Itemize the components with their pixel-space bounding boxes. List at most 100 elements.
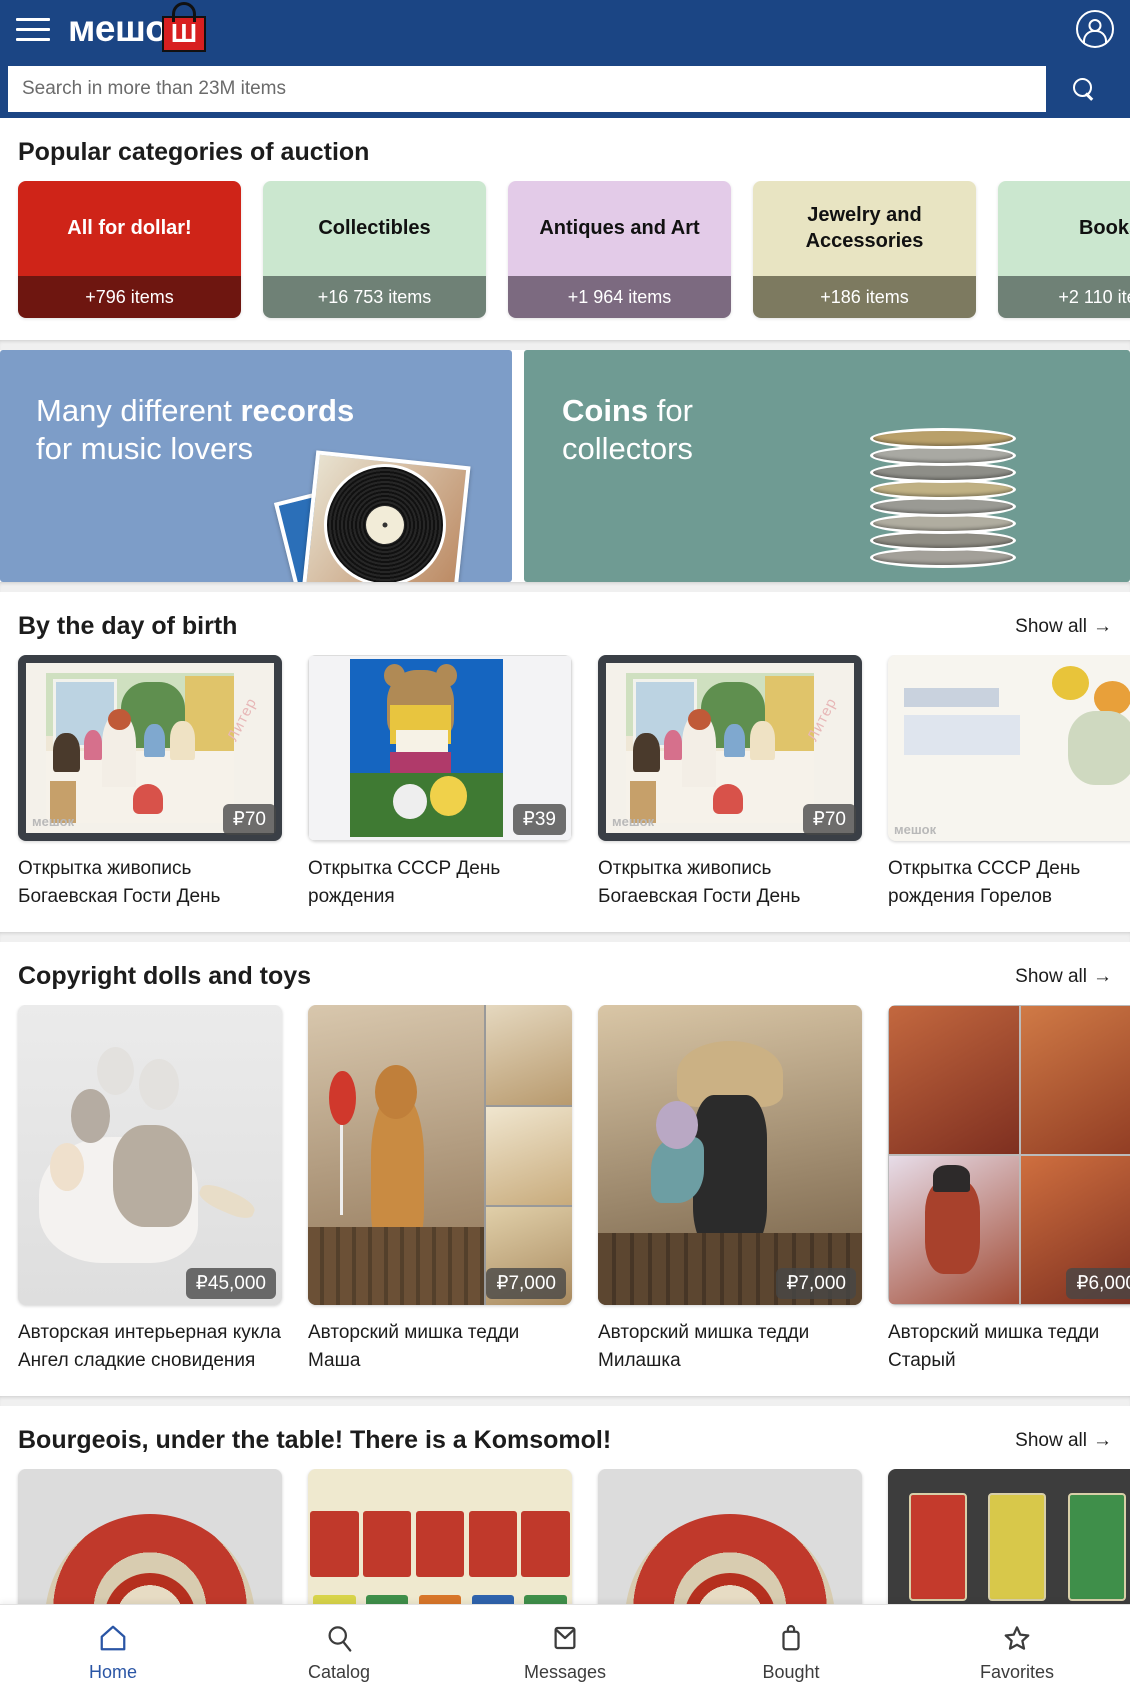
category-card[interactable]: Antiques and Art +1 964 items: [508, 181, 731, 318]
category-count: +16 753 items: [263, 276, 486, 318]
product-price: ₽7,000: [486, 1268, 566, 1300]
banner-coins-text: Coins for collectors: [562, 392, 693, 468]
category-count: +186 items: [753, 276, 976, 318]
product-title: Открытка СССР День рождения: [308, 858, 501, 907]
category-label: Antiques and Art: [508, 181, 731, 276]
arrow-right-icon: →: [1093, 615, 1112, 637]
logo-bag-letter: Ш: [170, 18, 198, 48]
product-title: Авторский мишка тедди Старый: [888, 1322, 1100, 1371]
product-price: ₽70: [802, 804, 856, 835]
star-icon: [1002, 1623, 1032, 1653]
nav-item-label: Favorites: [979, 1661, 1055, 1682]
watermark-logo: мешок: [32, 814, 75, 829]
product-price: ₽70: [222, 804, 276, 835]
section-title: Bourgeois, under the table! There is a K…: [18, 1426, 612, 1455]
show-all-link[interactable]: Show all →: [1015, 1430, 1112, 1452]
account-circle-icon[interactable]: [1076, 10, 1114, 48]
nav-item-label: Home: [88, 1661, 137, 1682]
product-price: ₽7,000: [776, 1268, 856, 1300]
product-price: ₽39: [512, 804, 566, 835]
category-card[interactable]: All for dollar! +796 items: [18, 181, 241, 318]
section-divider: [0, 340, 1130, 350]
search-bar: [8, 66, 1122, 112]
category-card[interactable]: Jewelry and Accessories +186 items: [753, 181, 976, 318]
show-all-link[interactable]: Show all →: [1015, 966, 1112, 988]
product-section: Copyright dolls and toys Show all → ₽45,000…: [0, 942, 1130, 1397]
app-header: мешок Ш: [0, 0, 1130, 118]
category-count: +796 items: [18, 276, 241, 318]
watermark-logo: мешок: [894, 822, 937, 837]
categories-header: Popular categories of auction: [0, 118, 1130, 181]
product-card[interactable]: ₽6,000 Авторский мишка тедди Старый: [888, 1005, 1130, 1374]
promo-banners: Many different records for music lovers …: [0, 350, 1130, 582]
product-image[interactable]: ₽7,000: [308, 1005, 572, 1306]
nav-item-home[interactable]: Home: [0, 1623, 226, 1683]
category-card[interactable]: Books+2 110 items: [998, 181, 1130, 318]
product-price: ₽45,000: [185, 1268, 276, 1300]
category-count: +1 964 items: [508, 276, 731, 318]
product-card[interactable]: Литер мешок ₽70 Открытка живопись Богаевска…: [598, 655, 862, 910]
banner-coins[interactable]: Coins for collectors: [524, 350, 1130, 582]
banner-coins-line1-bold: Coins: [562, 393, 649, 428]
banner-records-line1-plain: Many different: [36, 393, 241, 428]
product-image[interactable]: Литер мешок ₽70: [598, 655, 862, 841]
category-label: All for dollar!: [18, 181, 241, 276]
categories-list[interactable]: All for dollar! +796 items Collectibles +16…: [0, 181, 1130, 340]
product-section: By the day of birth Show all → Литер мешок ₽7…: [0, 592, 1130, 933]
home-icon: [98, 1623, 128, 1653]
product-card[interactable]: ₽7,000 Авторский мишка тедди Маша: [308, 1005, 572, 1374]
product-card[interactable]: ₽7,000 Авторский мишка тедди Милашка: [598, 1005, 862, 1374]
category-card[interactable]: Collectibles +16 753 items: [263, 181, 486, 318]
nav-item-messages[interactable]: Messages: [452, 1623, 678, 1683]
product-card[interactable]: ₽39 Открытка СССР День рождения: [308, 655, 572, 910]
hamburger-menu-icon[interactable]: [16, 15, 50, 43]
product-image[interactable]: ₽6,000: [888, 1005, 1130, 1306]
pin-image: [988, 1493, 1047, 1602]
show-all-label: Show all: [1015, 615, 1087, 637]
product-title: Открытка живопись Богаевская Гости День: [18, 858, 221, 907]
site-logo[interactable]: мешок Ш: [68, 2, 206, 52]
show-all-label: Show all: [1015, 1429, 1087, 1451]
category-label: Jewelry and Accessories: [753, 181, 976, 276]
product-title: Открытка живопись Богаевская Гости День: [598, 858, 801, 907]
product-image[interactable]: ₽39: [308, 655, 572, 841]
product-image[interactable]: Литер мешок ₽70: [18, 655, 282, 841]
nav-item-label: Catalog: [307, 1661, 371, 1682]
section-divider: [0, 1396, 1130, 1407]
envelope-icon: [550, 1623, 580, 1653]
banner-records[interactable]: Many different records for music lovers: [0, 350, 512, 582]
search-input[interactable]: [8, 66, 1046, 112]
nav-item-catalog[interactable]: Catalog: [226, 1623, 452, 1683]
coin-stack-image: [870, 428, 1030, 578]
arrow-right-icon: →: [1093, 1429, 1112, 1451]
nav-item-bought[interactable]: Bought: [678, 1623, 904, 1683]
category-count: +2 110 items: [998, 276, 1130, 318]
category-label: Collectibles: [263, 181, 486, 276]
product-image[interactable]: ₽45,000: [18, 1005, 282, 1306]
product-image[interactable]: ₽7,000: [598, 1005, 862, 1306]
product-card[interactable]: Литер мешок ₽70 Открытка живопись Богаевска…: [18, 655, 282, 910]
product-image[interactable]: мешок: [888, 655, 1130, 841]
product-card[interactable]: мешок Открытка СССР День рождения Горелов: [888, 655, 1130, 910]
watermark-logo: мешок: [612, 814, 655, 829]
banner-coins-line1-plain: for: [648, 393, 693, 428]
section-title: Copyright dolls and toys: [18, 962, 312, 991]
section-divider: [0, 582, 1130, 592]
product-card[interactable]: ₽45,000 Авторская интерьерная кукла Ангел…: [18, 1005, 282, 1374]
section-header: Bourgeois, under the table! There is a K…: [0, 1406, 1130, 1469]
product-title: Авторский мишка тедди Маша: [308, 1322, 520, 1371]
product-row: Литер мешок ₽70 Открытка живопись Богаевска…: [0, 655, 1130, 932]
arrow-right-icon: →: [1093, 965, 1112, 987]
shopping-bag-icon: Ш: [162, 2, 206, 52]
show-all-link[interactable]: Show all →: [1015, 616, 1112, 638]
popular-categories-section: Popular categories of auction All for do…: [0, 118, 1130, 340]
section-header: Copyright dolls and toys Show all →: [0, 942, 1130, 1005]
product-price: ₽6,000: [1066, 1268, 1130, 1300]
search-button[interactable]: [1046, 66, 1122, 112]
banner-records-line2: for music lovers: [36, 431, 254, 467]
banner-coins-line2: collectors: [562, 431, 693, 467]
section-title: By the day of birth: [18, 612, 238, 640]
nav-item-favorites[interactable]: Favorites: [904, 1623, 1130, 1683]
category-label: Books: [998, 181, 1130, 276]
product-title: Авторская интерьерная кукла Ангел сладки…: [18, 1322, 281, 1371]
